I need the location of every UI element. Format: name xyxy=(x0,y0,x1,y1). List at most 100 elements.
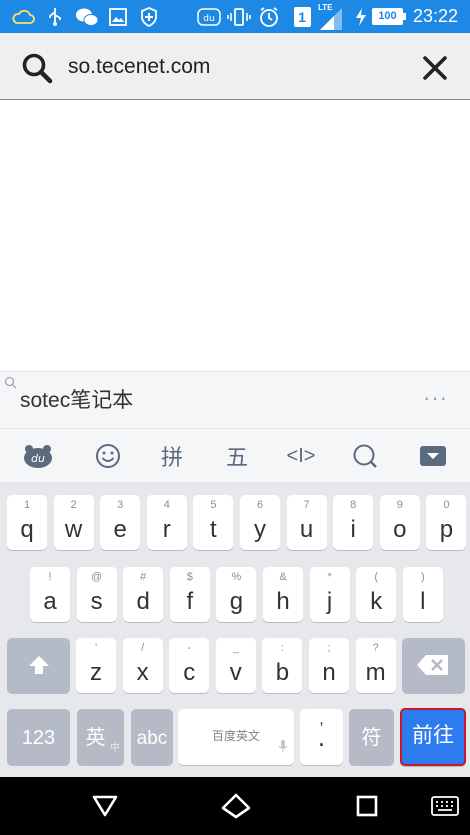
key-h[interactable]: & h xyxy=(263,567,303,622)
key-label: z xyxy=(90,659,102,686)
go-key[interactable]: 前往 xyxy=(400,708,466,766)
key-label: s xyxy=(90,588,103,615)
numbers-key[interactable]: 123 xyxy=(7,709,70,765)
key-sub-label: ? xyxy=(372,642,379,654)
space-key-label: 百度英文 xyxy=(211,729,260,743)
wubi-mode-button[interactable]: 五 xyxy=(217,429,257,483)
key-c[interactable]: -c xyxy=(169,638,210,693)
soft-keyboard: 123 英 中 abc 百度英文 , . 符 前往 1q2w3e4r5t6y7u… xyxy=(0,482,470,777)
key-x[interactable]: / x xyxy=(122,638,163,693)
key-s[interactable]: @ s xyxy=(76,567,117,622)
key-o[interactable]: 9o xyxy=(379,495,420,550)
key-sub-label: 9 xyxy=(396,499,403,511)
key-label: k xyxy=(370,588,383,615)
key-sub-label: 4 xyxy=(163,499,170,511)
key-sub-label: # xyxy=(140,571,147,583)
backspace-icon xyxy=(416,653,450,682)
key-label: b xyxy=(275,659,290,686)
key-r[interactable]: 4r xyxy=(146,495,187,550)
symbols-key[interactable]: 符 xyxy=(349,709,394,765)
key-label: y xyxy=(254,516,266,543)
key-label: p xyxy=(439,516,454,543)
key-m[interactable]: ? m xyxy=(355,638,396,693)
key-sub-label: ( xyxy=(374,571,379,583)
navigation-bar xyxy=(0,777,470,835)
key-p[interactable]: 0p xyxy=(426,495,467,550)
punctuation-key[interactable]: , . xyxy=(300,709,343,765)
cursor-move-button[interactable]: <I> xyxy=(281,429,321,483)
key-label: i xyxy=(350,516,356,543)
key-w[interactable]: 2w xyxy=(53,495,94,550)
collapse-keyboard-icon[interactable] xyxy=(413,429,453,483)
key-j[interactable]: * j xyxy=(309,567,350,622)
key-l[interactable]: ) l xyxy=(402,567,443,622)
key-label: e xyxy=(113,516,127,543)
key-t[interactable]: 5t xyxy=(193,495,234,550)
key-sub-label: 1 xyxy=(23,499,31,511)
url-input[interactable]: so.tecenet.com xyxy=(68,33,210,100)
home-icon[interactable] xyxy=(216,777,256,835)
svg-text:du: du xyxy=(31,452,45,465)
close-icon[interactable] xyxy=(421,54,449,82)
search-icon[interactable] xyxy=(345,429,385,483)
key-sub-label: ! xyxy=(48,571,52,583)
ime-toolbar: du 拼 五 <I> xyxy=(0,428,470,482)
key-label: r xyxy=(162,516,171,543)
shift-key[interactable] xyxy=(7,638,70,693)
key-i[interactable]: 8i xyxy=(333,495,374,550)
key-y[interactable]: 6y xyxy=(240,495,280,550)
abc-key[interactable]: abc xyxy=(131,709,173,765)
wechat-icon xyxy=(74,0,100,33)
language-switch-key[interactable]: 英 中 xyxy=(77,709,124,765)
recents-square-icon[interactable] xyxy=(347,777,387,835)
sim-1-icon: 1 xyxy=(291,0,313,33)
mic-icon xyxy=(278,739,288,758)
key-sub-label: 7 xyxy=(303,499,310,511)
key-e[interactable]: 3e xyxy=(100,495,141,550)
back-triangle-icon[interactable] xyxy=(85,777,125,835)
key-label: u xyxy=(299,516,314,543)
lang-key-sublabel: 中 xyxy=(110,743,120,754)
candidate-more-button[interactable]: ··· xyxy=(423,372,448,429)
backspace-key[interactable] xyxy=(402,638,465,693)
key-label: n xyxy=(322,659,336,686)
usb-icon xyxy=(44,0,66,33)
key-z[interactable]: ' z xyxy=(76,638,116,693)
key-label: h xyxy=(276,588,290,615)
key-label: a xyxy=(43,588,57,615)
emoji-icon[interactable] xyxy=(88,429,128,483)
key-a[interactable]: ! a xyxy=(30,567,70,622)
candidate-suggestion[interactable]: sotec笔记本 xyxy=(20,372,133,429)
punct-main-label: . xyxy=(317,722,326,752)
key-sub-label: $ xyxy=(186,571,193,583)
key-sub-label: _ xyxy=(232,642,239,654)
key-sub-label: 0 xyxy=(443,499,450,511)
key-q[interactable]: 1q xyxy=(7,495,47,550)
key-v[interactable]: _ v xyxy=(215,638,256,693)
keyboard-icon[interactable] xyxy=(427,777,463,835)
key-k[interactable]: (k xyxy=(356,567,397,622)
key-label: x xyxy=(136,659,149,686)
key-label: f xyxy=(186,588,194,615)
key-u[interactable]: 7u xyxy=(286,495,327,550)
space-key[interactable]: 百度英文 xyxy=(178,709,294,765)
key-label: g xyxy=(229,588,244,615)
key-sub-label: - xyxy=(187,642,192,654)
search-icon[interactable] xyxy=(20,51,54,85)
key-label: d xyxy=(136,588,150,615)
key-g[interactable]: % g xyxy=(216,567,257,622)
du-logo-icon[interactable]: du xyxy=(18,429,58,483)
key-label: m xyxy=(365,659,386,686)
shield-icon xyxy=(138,0,160,33)
key-d[interactable]: # d xyxy=(123,567,164,622)
symbols-key-label: 符 xyxy=(361,727,382,749)
key-b[interactable]: :b xyxy=(262,638,303,693)
key-f[interactable]: $ f xyxy=(169,567,210,622)
key-sub-label: 5 xyxy=(210,499,217,511)
pinyin-mode-button[interactable]: 拼 xyxy=(152,429,192,483)
key-label: w xyxy=(64,516,83,543)
key-n[interactable]: ; n xyxy=(309,638,349,693)
status-bar: du 1 LTE 100 23:22 xyxy=(0,0,470,33)
key-label: c xyxy=(183,659,196,686)
image-icon xyxy=(107,0,129,33)
